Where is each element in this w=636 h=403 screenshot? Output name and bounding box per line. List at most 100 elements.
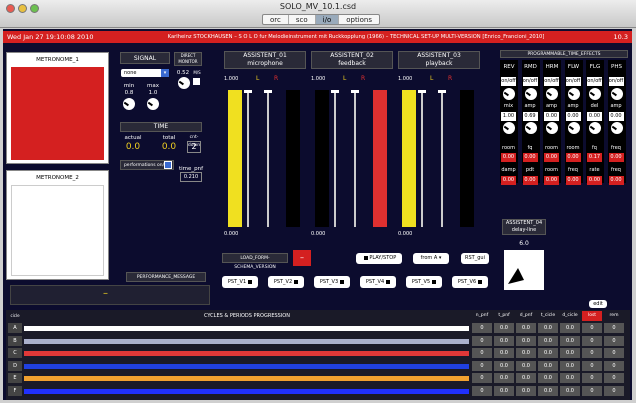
assistant-3-slider-l[interactable]: [418, 90, 426, 227]
signal-min-value[interactable]: 0.8: [120, 89, 138, 97]
signal-max-value[interactable]: 1.0: [144, 89, 162, 97]
fx-flg-r3[interactable]: 0.00: [587, 112, 602, 121]
fx-flw-r5[interactable]: 0.00: [565, 153, 581, 162]
fx-phs-knob[interactable]: [610, 122, 623, 134]
preset-5-checkbox: [432, 279, 437, 284]
direct-monitor-knob[interactable]: [178, 77, 190, 89]
header-bar: Wed Jan 27 19:10:08 2010 Karlheinz STOCK…: [3, 31, 632, 43]
time-countdown-value: 2: [187, 141, 201, 153]
fx-hrm-r3[interactable]: 0.00: [544, 112, 559, 121]
load-form-button[interactable]: –: [293, 250, 311, 266]
performations-checkbox[interactable]: [164, 161, 172, 169]
fx-rev-r7[interactable]: 0.00: [501, 176, 516, 185]
fx-rmd-knob[interactable]: [524, 122, 537, 134]
fx-hrm-label: HRM: [545, 64, 559, 70]
direct-monitor-checkbox[interactable]: [193, 78, 200, 85]
assistant-1-scale: 1.000: [224, 76, 239, 82]
preset-5-button[interactable]: PST_V5: [406, 276, 442, 288]
fx-flg-r6: rate: [589, 167, 600, 173]
preset-4-button[interactable]: PST_V4: [360, 276, 396, 288]
metronome-1-light: [11, 67, 104, 160]
tab-orc[interactable]: orc: [263, 15, 289, 24]
fx-flw-r7[interactable]: 0.00: [565, 176, 581, 185]
fx-flw-r3[interactable]: 0.00: [565, 112, 581, 121]
fx-rev-r3[interactable]: 1.00: [501, 112, 516, 121]
fx-flw-knob[interactable]: [567, 88, 580, 100]
fx-phs-r2: amp: [610, 103, 622, 109]
assistant-3-meter-r: [460, 90, 474, 227]
play-stop-button[interactable]: PLAY/STOP: [356, 253, 402, 264]
signal-max-knob[interactable]: [147, 98, 159, 110]
fx-rev-knob[interactable]: [503, 88, 515, 100]
assistant-1-slider-r[interactable]: [264, 90, 272, 227]
fx-flg-r5[interactable]: 0.17: [587, 153, 602, 162]
table-row-D-rem: 0: [604, 360, 624, 371]
time-actual-label: actual: [124, 135, 142, 141]
fx-hrm-knob[interactable]: [546, 88, 558, 100]
fx-flg-knob[interactable]: [589, 122, 601, 134]
fx-rev-r5[interactable]: 0.00: [501, 153, 516, 162]
preset-1-button[interactable]: PST_V1: [222, 276, 258, 288]
table-row-D-lost: 0: [582, 360, 602, 371]
signal-select[interactable]: none ▾: [121, 69, 169, 77]
fx-rev-knob[interactable]: [503, 122, 515, 134]
fx-hrm-knob[interactable]: [546, 122, 558, 134]
assistant-3-slider-r[interactable]: [438, 90, 446, 227]
table-row-F-n_pnf: 0: [472, 385, 492, 396]
preset-1-checkbox: [248, 279, 253, 284]
fx-rmd-r2: amp: [524, 103, 536, 109]
edit-button[interactable]: edit: [589, 300, 607, 308]
table-row-C-t_cicle: 0.0: [538, 348, 558, 358]
table-row-B-lost: 0: [582, 335, 602, 346]
table-row-A-label: A: [8, 323, 22, 333]
preset-2-button[interactable]: PST_V2: [268, 276, 304, 288]
fx-phs-r5[interactable]: 0.00: [608, 153, 624, 162]
fx-rev-label: REV: [503, 64, 515, 70]
rst-gui-button[interactable]: RST_gui: [461, 253, 489, 264]
fx-flw-knob[interactable]: [567, 122, 580, 134]
fx-rmd-label: RMD: [524, 64, 537, 70]
table-row-A-d_pnf: 0.0: [516, 323, 536, 333]
assistant-2-slider-l[interactable]: [331, 90, 339, 227]
fx-rmd-knob[interactable]: [524, 88, 537, 100]
fx-rmd-r3[interactable]: 0.69: [522, 112, 538, 121]
fx-phs-label: PHS: [611, 64, 622, 70]
preset-3-button[interactable]: PST_V3: [314, 276, 350, 288]
chevron-down-icon: ▾: [161, 69, 169, 77]
fx-phs-r7[interactable]: 0.00: [608, 176, 624, 185]
fx-flg-r7[interactable]: 0.00: [587, 176, 602, 185]
perf-message-label: PERFORMANCE_MESSAGE: [126, 272, 206, 282]
time-total-label: total: [162, 135, 176, 141]
assistant-2-slider-r[interactable]: [351, 90, 359, 227]
table-row-E-rem: 0: [604, 373, 624, 383]
preset-6-button[interactable]: PST_V6: [452, 276, 488, 288]
delay-xy-pad[interactable]: [504, 250, 544, 290]
table-row-C-d_pnf: 0.0: [516, 348, 536, 358]
tab-io[interactable]: i/o: [315, 15, 340, 24]
assistant-2-subtitle: feedback: [338, 60, 366, 67]
fx-rmd-r7[interactable]: 0.00: [522, 176, 538, 185]
assistant-2-header: ASSISTENT_02 feedback: [311, 51, 393, 69]
signal-min-knob[interactable]: [123, 98, 135, 110]
fx-hrm-r7[interactable]: 0.00: [544, 176, 559, 185]
table-row-F-d_pnf: 0.0: [516, 385, 536, 396]
table-row-F-lost: 0: [582, 385, 602, 396]
fx-hrm-r2: amp: [545, 103, 558, 109]
table-row-F-t_pnf: 0.0: [494, 385, 514, 396]
fx-rmd-r4: fq: [527, 145, 533, 151]
fx-rmd-r5[interactable]: 0.00: [522, 153, 538, 162]
tab-sco[interactable]: sco: [289, 15, 316, 24]
fx-title: PROGRAMMABLE_TIME_EFFECTS: [500, 50, 628, 58]
assistant-1-slider-l[interactable]: [244, 90, 252, 227]
fx-hrm-r5[interactable]: 0.00: [544, 153, 559, 162]
fx-flw-r2: amp: [567, 103, 579, 109]
fx-flg-knob[interactable]: [589, 88, 601, 100]
fx-phs-knob[interactable]: [610, 88, 623, 100]
from-select[interactable]: from A ▾: [413, 253, 449, 264]
tab-options[interactable]: options: [339, 15, 379, 24]
signal-select-value: none: [124, 70, 137, 76]
assistant-2-title: ASSISTENT_02: [330, 52, 374, 59]
table-head-lost: lost: [582, 311, 602, 321]
fx-phs-r3[interactable]: 0.00: [608, 112, 624, 121]
table-row-E-label: E: [8, 373, 22, 383]
